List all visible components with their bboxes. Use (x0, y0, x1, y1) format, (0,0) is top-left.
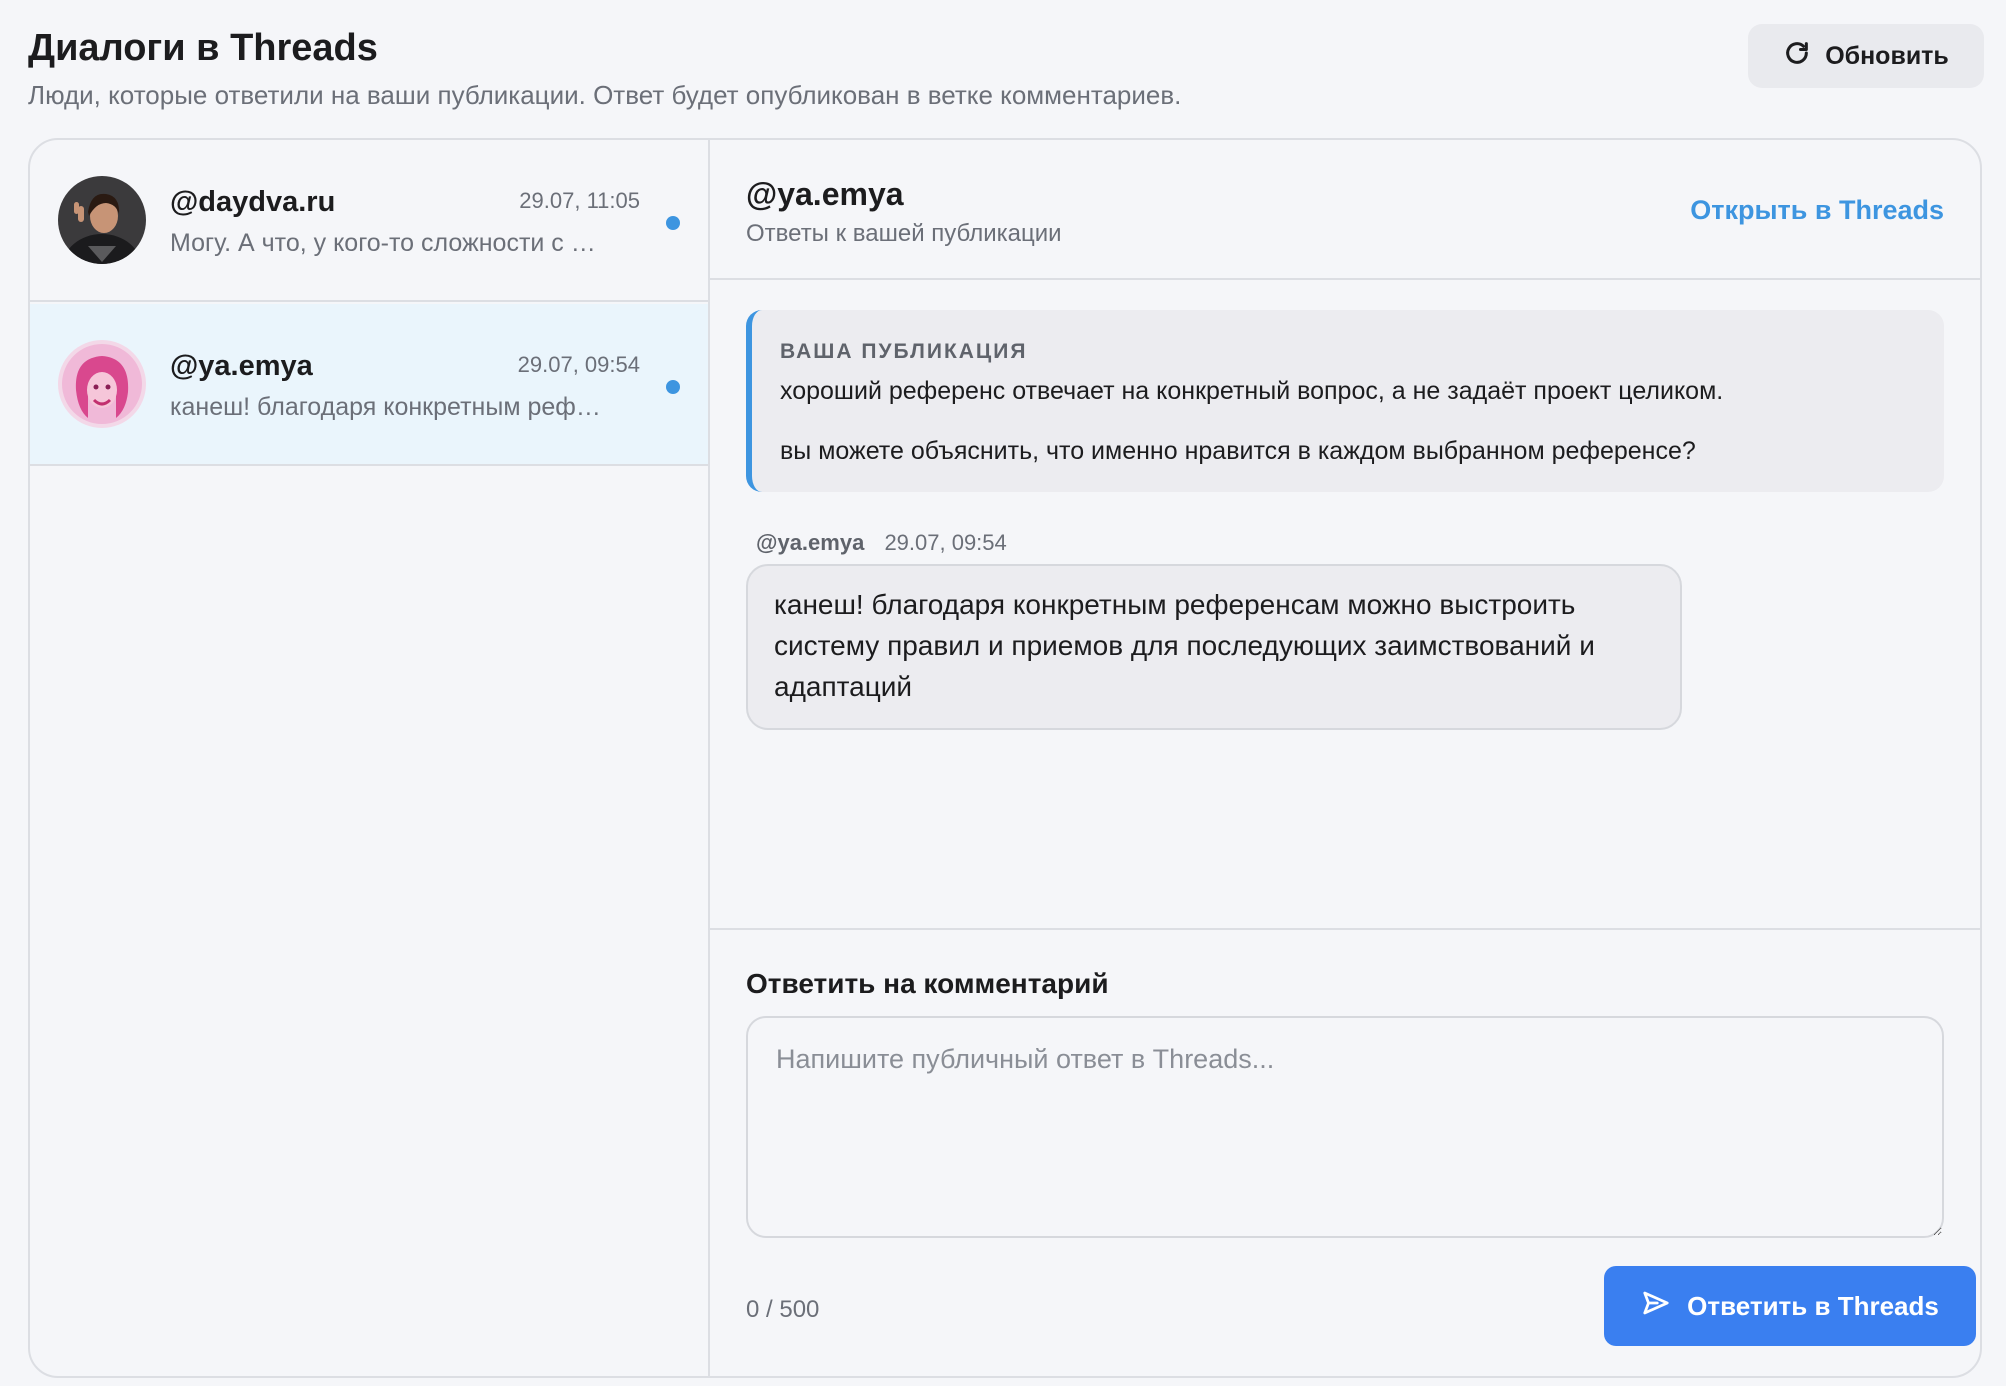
char-counter: 0 / 500 (746, 1296, 820, 1323)
conversation-preview: канеш! благодаря конкретным реф… (170, 393, 601, 421)
unread-indicator (666, 380, 680, 394)
post-label: ВАША ПУБЛИКАЦИЯ (780, 340, 1028, 363)
conversation-detail: @ya.emya Ответы к вашей публикации Откры… (710, 140, 1980, 1376)
send-button-label: Ответить в Threads (1687, 1290, 1939, 1321)
page-title: Диалоги в Threads (28, 27, 378, 69)
unread-indicator (666, 216, 680, 230)
conversation-item-ya-emya[interactable]: @ya.emya 29.07, 09:54 канеш! благодаря к… (30, 304, 708, 466)
dialogs-panel: @daydva.ru 29.07, 11:05 Могу. А что, у к… (28, 138, 1982, 1378)
conversation-item-daydva[interactable]: @daydva.ru 29.07, 11:05 Могу. А что, у к… (30, 140, 708, 302)
post-text-line: вы можете объяснить, что именно нравится… (780, 437, 1696, 465)
refresh-icon (1783, 39, 1811, 74)
conversation-preview: Могу. А что, у кого-то сложности с … (170, 229, 596, 257)
avatar (58, 176, 146, 264)
original-post-card: ВАША ПУБЛИКАЦИЯ хороший референс отвечае… (746, 310, 1944, 492)
conversation-time: 29.07, 09:54 (517, 352, 640, 377)
conversation-username: @ya.emya (170, 350, 313, 382)
message-author: @ya.emya (756, 530, 865, 555)
send-icon (1641, 1288, 1671, 1325)
chat-username: @ya.emya (746, 176, 904, 212)
reply-section: Ответить на комментарий 0 / 500 Ответить… (710, 928, 1980, 1376)
open-in-threads-link[interactable]: Открыть в Threads (1690, 192, 1944, 228)
page-subtitle: Люди, которые ответили на ваши публикаци… (28, 80, 1182, 110)
reply-input[interactable] (746, 1016, 1944, 1238)
reply-title: Ответить на комментарий (746, 968, 1109, 999)
message-time: 29.07, 09:54 (884, 530, 1007, 555)
chat-header: @ya.emya Ответы к вашей публикации Откры… (710, 140, 1980, 280)
avatar (58, 340, 146, 428)
conversation-username: @daydva.ru (170, 186, 336, 218)
refresh-button[interactable]: Обновить (1748, 24, 1984, 88)
refresh-button-label: Обновить (1825, 41, 1949, 70)
message-meta: @ya.emya 29.07, 09:54 (756, 528, 1007, 558)
post-text-line: хороший референс отвечает на конкретный … (780, 377, 1724, 405)
message-bubble: канеш! благодаря конкретным референсам м… (746, 564, 1682, 730)
conversation-time: 29.07, 11:05 (519, 188, 640, 213)
chat-subtitle: Ответы к вашей публикации (746, 220, 1062, 247)
send-reply-button[interactable]: Ответить в Threads (1604, 1266, 1976, 1346)
conversation-list: @daydva.ru 29.07, 11:05 Могу. А что, у к… (30, 140, 710, 1376)
